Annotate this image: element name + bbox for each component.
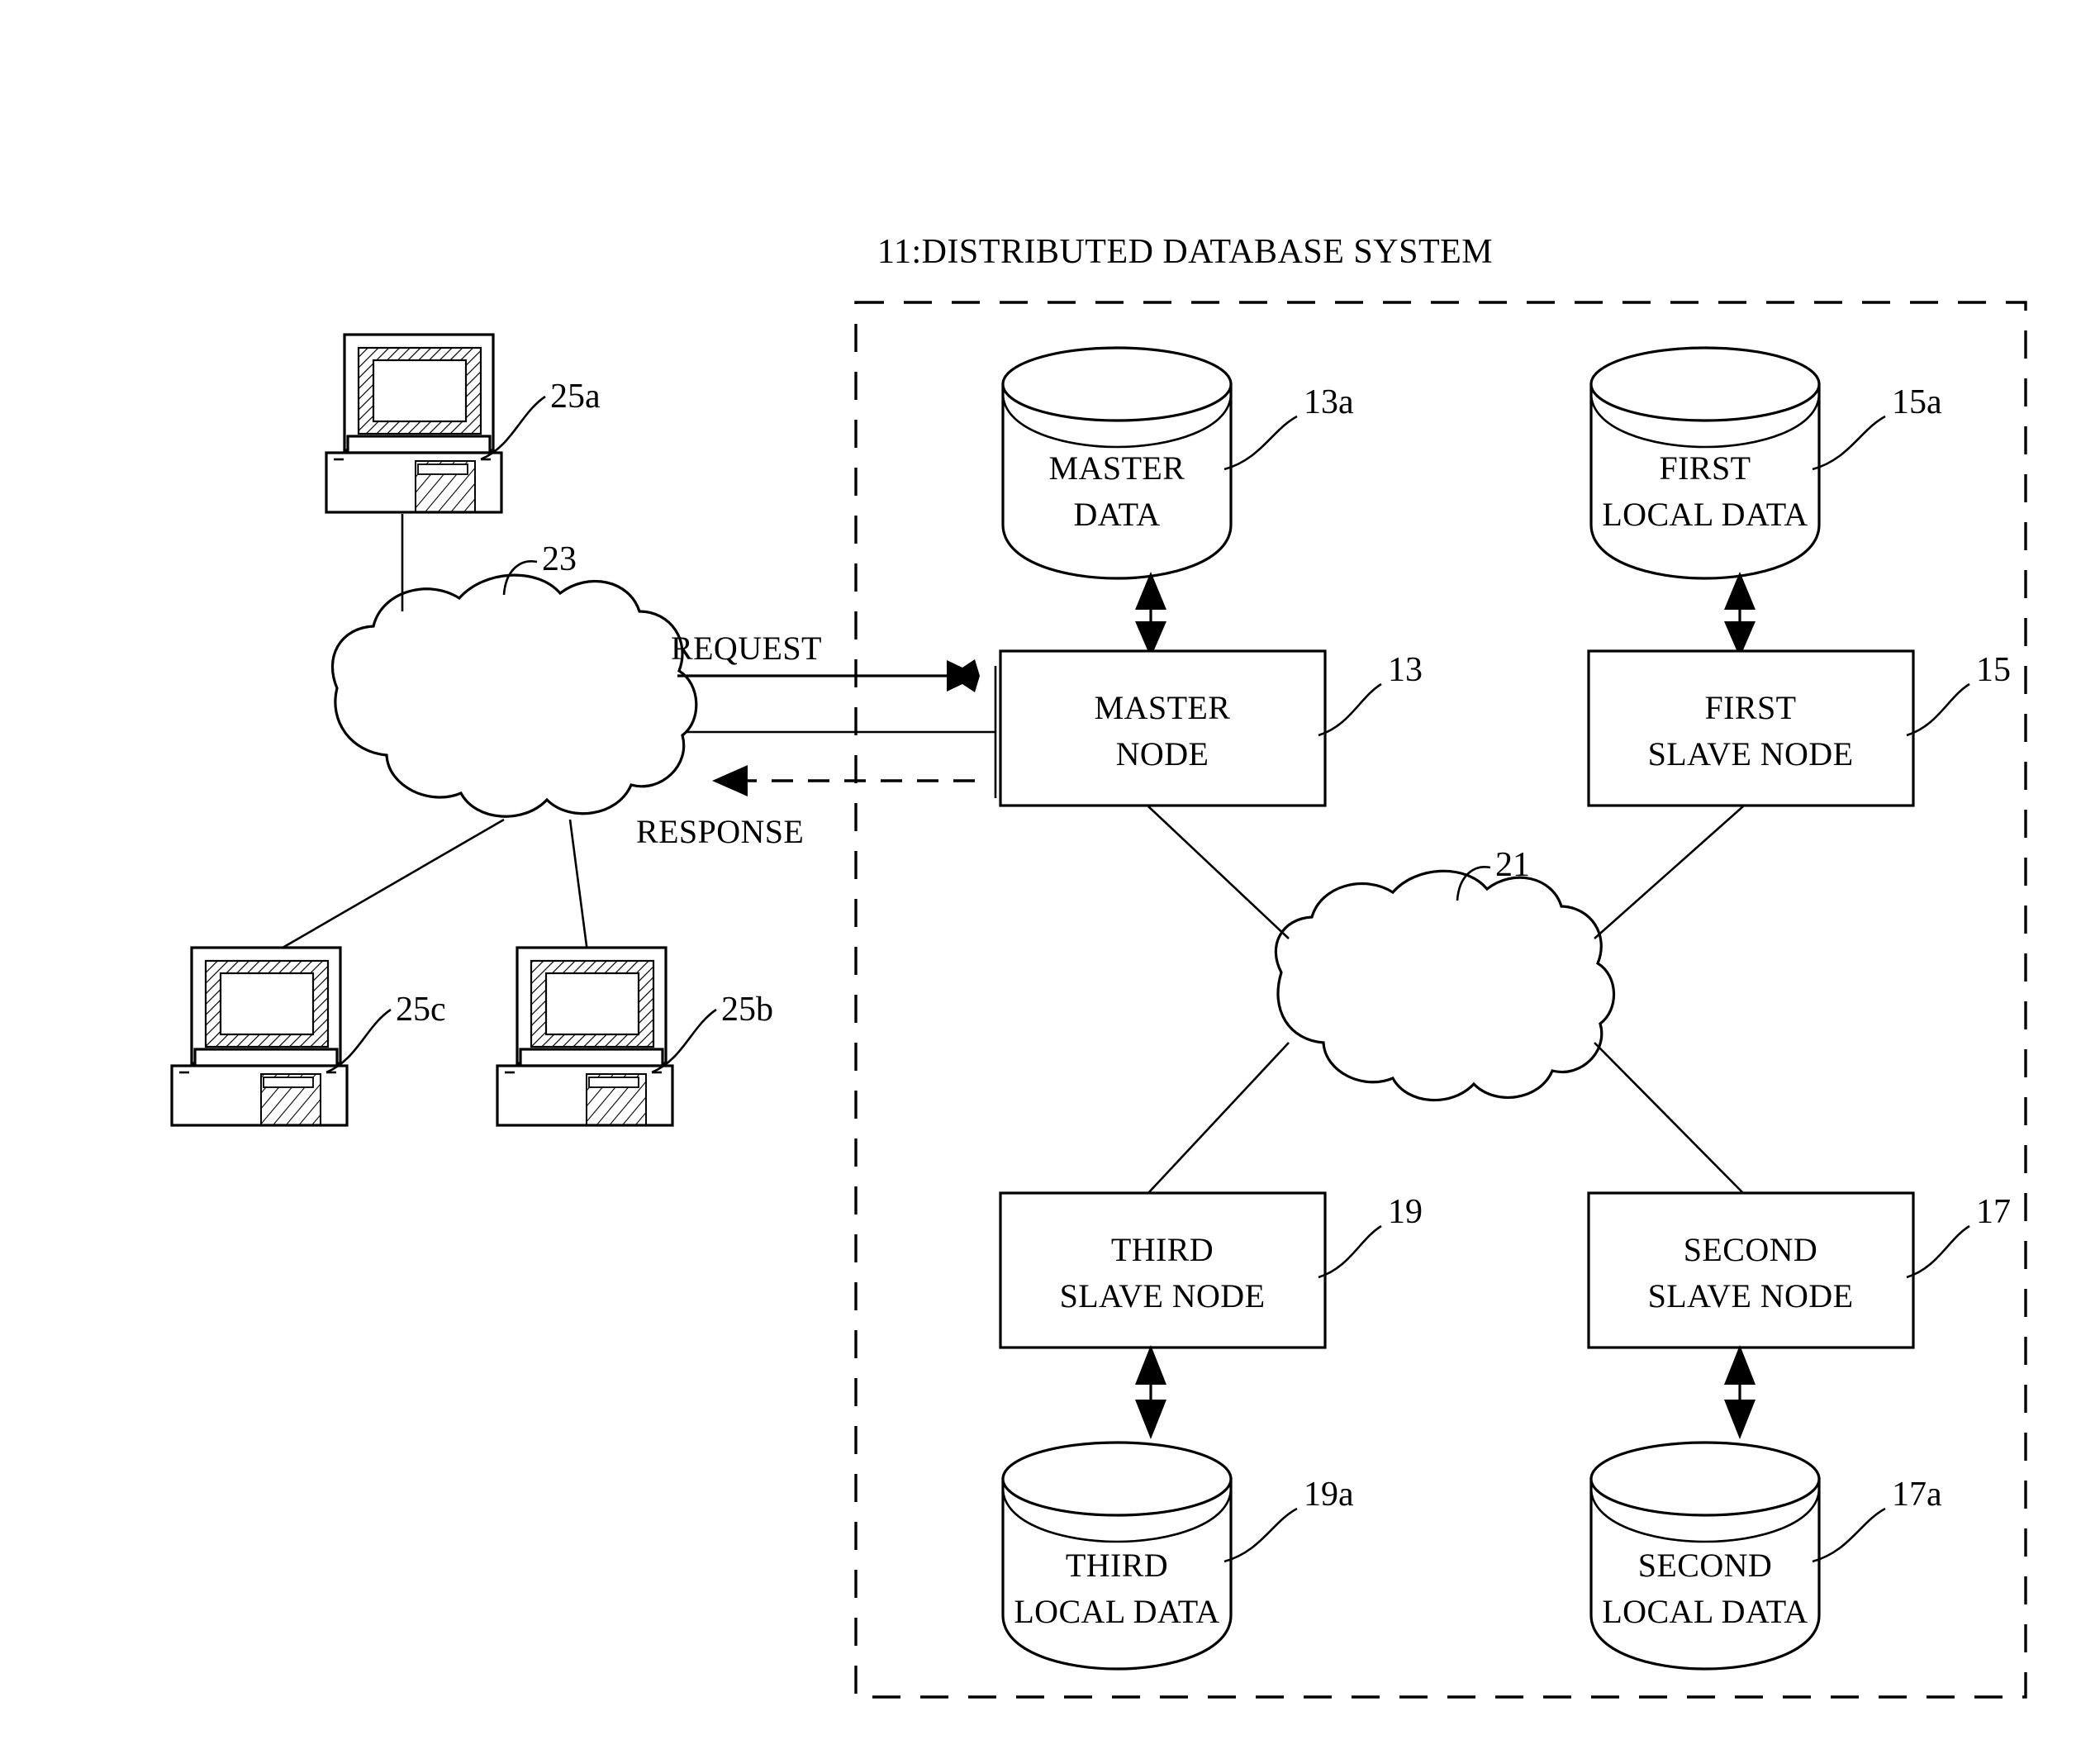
first-local-data-ref-label: 15a [1892, 383, 1942, 421]
third-slave-node-label-line2: SLAVE NODE [1060, 1277, 1266, 1314]
request-flow-label: REQUEST [671, 630, 822, 667]
third-slave-node-ref-label: 19 [1388, 1193, 1423, 1231]
master-node-label-line2: NODE [1116, 735, 1209, 772]
response-flow-label: RESPONSE [636, 813, 804, 850]
second-local-data-label-line2: LOCAL DATA [1602, 1593, 1808, 1630]
third-slave-node-label-line1: THIRD [1111, 1231, 1214, 1268]
master-node-ref-label: 13 [1388, 651, 1423, 689]
first-slave-node-label-line1: FIRST [1705, 689, 1797, 726]
figure-title: 11:DISTRIBUTED DATABASE SYSTEM [877, 233, 1493, 271]
master-data-label-line2: DATA [1073, 496, 1160, 533]
second-local-data-ref-label: 17a [1892, 1476, 1942, 1514]
client-25b-ref-label: 25b [721, 991, 773, 1029]
first-slave-node-ref-label: 15 [1976, 651, 2011, 689]
first-local-data-label-line2: LOCAL DATA [1602, 496, 1808, 533]
first-local-data-label-line1: FIRST [1660, 449, 1751, 487]
second-slave-node-ref-label: 17 [1976, 1193, 2011, 1231]
third-local-data-label-line1: THIRD [1066, 1547, 1168, 1584]
second-local-data-label-line1: SECOND [1638, 1547, 1772, 1584]
master-data-label-line1: MASTER [1049, 449, 1185, 487]
third-local-data-label-line2: LOCAL DATA [1014, 1593, 1219, 1630]
master-data-ref-label: 13a [1304, 383, 1354, 421]
second-slave-node-label-line1: SECOND [1684, 1231, 1817, 1268]
second-slave-node-label-line2: SLAVE NODE [1648, 1277, 1854, 1314]
cloud-21-ref-label: 21 [1495, 846, 1530, 884]
client-25c-ref-label: 25c [396, 991, 446, 1029]
client-25a-ref-label: 25a [550, 378, 601, 416]
third-local-data-ref-label: 19a [1304, 1476, 1354, 1514]
cloud-23-ref-label: 23 [542, 540, 577, 578]
master-node-label-line1: MASTER [1095, 689, 1231, 726]
figure-canvas: 11:DISTRIBUTED DATABASE SYSTEM 23 21 25a… [0, 0, 2100, 1754]
first-slave-node-label-line2: SLAVE NODE [1648, 735, 1854, 772]
